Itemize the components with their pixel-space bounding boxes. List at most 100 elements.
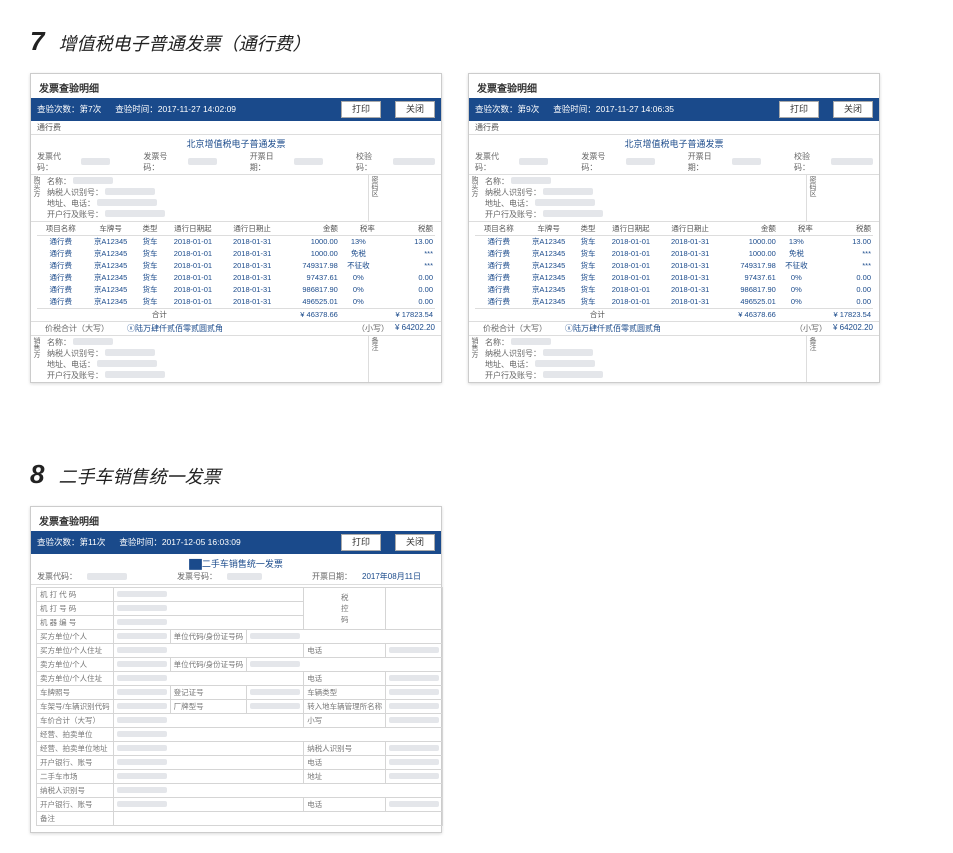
col-header: 项目名称 (475, 222, 523, 236)
print-button[interactable]: 打印 (341, 101, 381, 118)
col-header: 类型 (137, 222, 164, 236)
col-header: 金额 (720, 222, 778, 236)
total-cn: ⓧ陆万肆仟贰佰零贰圆贰角 (555, 323, 795, 334)
buyer-name: 名称： (47, 176, 364, 187)
code-label: 发票代码： (475, 151, 513, 173)
col-header: 通行日期起 (163, 222, 222, 236)
invoice-card-toll: 发票查验明细 查验次数：第9次 查验时间：2017-11-27 14:06:35… (468, 73, 880, 383)
buyer-taxid: 纳税人识别号： (47, 187, 364, 198)
invoice-center-title: 北京增值税电子普通发票 (469, 135, 879, 151)
section7-header: 7 增值税电子普通发票（通行费） (30, 26, 923, 57)
col-header: 税额 (815, 222, 873, 236)
buyer-bank: 开户行及账号： (485, 209, 802, 220)
check-count: 查验次数：第9次 (475, 103, 539, 115)
seller-bank: 开户行及账号： (485, 370, 802, 381)
seller-name: 名称： (47, 337, 364, 348)
num-label: 发票号码： (177, 571, 217, 582)
seller-taxid: 纳税人识别号： (47, 348, 364, 359)
table-row: 通行费京A12345货车2018-01-012018-01-311000.00免… (37, 248, 435, 260)
buyer-side: 购买方 (31, 175, 43, 221)
buyer-addr: 地址、电话： (47, 198, 364, 209)
col-header: 通行日期止 (223, 222, 282, 236)
card-title: 发票查验明细 (31, 507, 441, 531)
card-title: 发票查验明细 (469, 74, 879, 98)
seller-taxid: 纳税人识别号： (485, 348, 802, 359)
table-row: 通行费京A12345货车2018-01-012018-01-31749317.9… (37, 260, 435, 272)
table-row: 通行费京A12345货车2018-01-012018-01-311000.001… (37, 235, 435, 248)
check-label: 校验码： (794, 151, 825, 173)
col-header: 税额 (377, 222, 435, 236)
card-title: 发票查验明细 (31, 74, 441, 98)
table-row: 通行费京A12345货车2018-01-012018-01-3197437.61… (475, 272, 873, 284)
password-zone: 密码区 (368, 175, 381, 221)
date-value: 2017年08月11日 (362, 571, 421, 582)
num-label: 发票号码： (581, 151, 619, 173)
buyer-bank: 开户行及账号： (47, 209, 364, 220)
remark-zone: 备注 (368, 336, 381, 382)
close-button[interactable]: 关闭 (395, 101, 435, 118)
code-label: 发票代码： (37, 151, 75, 173)
total-small: ¥ 64202.20 (389, 323, 435, 334)
sum-row: 合计¥ 46378.66¥ 17823.54 (37, 308, 435, 321)
col-header: 类型 (575, 222, 602, 236)
col-header: 通行日期止 (661, 222, 720, 236)
section8-number: 8 (30, 459, 44, 490)
items-table: 项目名称车牌号类型通行日期起通行日期止金额税率税额 通行费京A12345货车20… (475, 222, 873, 321)
card-toolbar: 查验次数：第9次 查验时间：2017-11-27 14:06:35 打印 关闭 (469, 98, 879, 121)
section8-header: 8 二手车销售统一发票 (30, 459, 923, 490)
check-time: 查验时间：2017-11-27 14:06:35 (553, 103, 674, 115)
invoice-center-title: ██二手车销售统一发票 (31, 554, 441, 571)
col-header: 金额 (282, 222, 340, 236)
card-toolbar: 查验次数：第11次 查验时间：2017-12-05 16:03:09 打印 关闭 (31, 531, 441, 554)
col-header: 税率 (340, 222, 377, 236)
table-row: 通行费京A12345货车2018-01-012018-01-31749317.9… (475, 260, 873, 272)
date-label: 开票日期： (688, 151, 726, 173)
total-cn: ⓧ陆万肆仟贰佰零贰圆贰角 (117, 323, 357, 334)
usedcar-fields-table: 机 打 代 码税控码 机 打 号 码 机 器 编 号 买方单位/个人单位代码/身… (36, 587, 443, 826)
table-row: 通行费京A12345货车2018-01-012018-01-31496525.0… (37, 296, 435, 309)
table-row: 通行费京A12345货车2018-01-012018-01-311000.00免… (475, 248, 873, 260)
date-label: 开票日期： (312, 571, 352, 582)
buyer-addr: 地址、电话： (485, 198, 802, 209)
total-small: ¥ 64202.20 (827, 323, 873, 334)
invoice-center-title: 北京增值税电子普通发票 (31, 135, 441, 151)
table-row: 通行费京A12345货车2018-01-012018-01-3197437.61… (37, 272, 435, 284)
section8-title: 二手车销售统一发票 (58, 463, 220, 489)
num-label: 发票号码： (143, 151, 181, 173)
check-label: 校验码： (356, 151, 387, 173)
check-count: 查验次数：第11次 (37, 536, 105, 548)
seller-bank: 开户行及账号： (47, 370, 364, 381)
section7-number: 7 (30, 26, 44, 57)
buyer-name: 名称： (485, 176, 802, 187)
print-button[interactable]: 打印 (779, 101, 819, 118)
seller-addr: 地址、电话： (485, 359, 802, 370)
print-button[interactable]: 打印 (341, 534, 381, 551)
table-row: 通行费京A12345货车2018-01-012018-01-31986817.9… (475, 284, 873, 296)
table-row: 通行费京A12345货车2018-01-012018-01-311000.001… (475, 235, 873, 248)
seller-side: 销售方 (469, 336, 481, 382)
buyer-taxid: 纳税人识别号： (485, 187, 802, 198)
invoice-card-toll: 发票查验明细 查验次数：第7次 查验时间：2017-11-27 14:02:09… (30, 73, 442, 383)
table-row: 通行费京A12345货车2018-01-012018-01-31496525.0… (475, 296, 873, 309)
price-tax-total: 价税合计（大写） ⓧ陆万肆仟贰佰零贰圆贰角 （小写） ¥ 64202.20 (31, 321, 441, 336)
card-toolbar: 查验次数：第7次 查验时间：2017-11-27 14:02:09 打印 关闭 (31, 98, 441, 121)
password-zone: 密码区 (806, 175, 819, 221)
col-header: 税率 (778, 222, 815, 236)
price-tax-total: 价税合计（大写） ⓧ陆万肆仟贰佰零贰圆贰角 （小写） ¥ 64202.20 (469, 321, 879, 336)
check-time: 查验时间：2017-12-05 16:03:09 (119, 536, 240, 548)
check-count: 查验次数：第7次 (37, 103, 101, 115)
type-label: 通行费 (31, 121, 441, 135)
invoice-card-usedcar: 发票查验明细 查验次数：第11次 查验时间：2017-12-05 16:03:0… (30, 506, 442, 833)
items-table: 项目名称车牌号类型通行日期起通行日期止金额税率税额 通行费京A12345货车20… (37, 222, 435, 321)
table-row: 通行费京A12345货车2018-01-012018-01-31986817.9… (37, 284, 435, 296)
col-header: 项目名称 (37, 222, 85, 236)
col-header: 车牌号 (85, 222, 137, 236)
type-label: 通行费 (469, 121, 879, 135)
section7-title: 增值税电子普通发票（通行费） (58, 30, 310, 56)
seller-addr: 地址、电话： (47, 359, 364, 370)
buyer-side: 购买方 (469, 175, 481, 221)
close-button[interactable]: 关闭 (833, 101, 873, 118)
close-button[interactable]: 关闭 (395, 534, 435, 551)
seller-name: 名称： (485, 337, 802, 348)
seller-side: 销售方 (31, 336, 43, 382)
